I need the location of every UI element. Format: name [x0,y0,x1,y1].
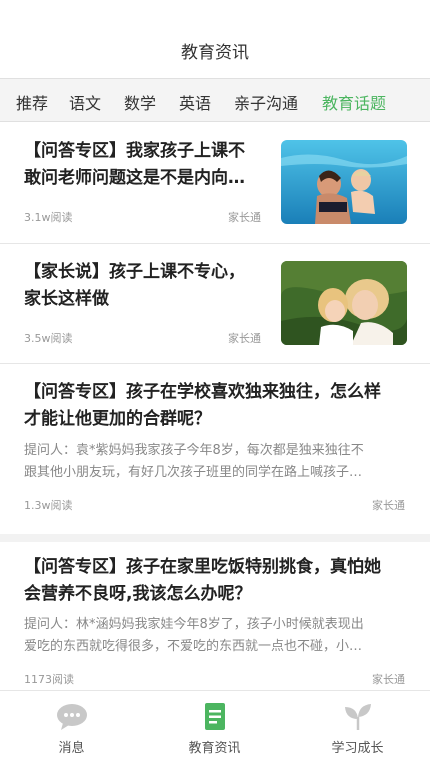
article-title-line: 才能让他更加的合群呢？ [24,409,211,429]
tab-chinese[interactable]: 语文 [69,90,101,114]
chat-bubble-icon [57,704,87,730]
divider [0,243,430,244]
read-count: 1173阅读 [24,673,74,686]
section-gap [0,534,430,542]
source-label: 家长通 [228,332,261,345]
tab-recommend[interactable]: 推荐 [16,90,48,114]
article-title-line: 会营养不良呀,我该怎么办呢？ [24,584,252,604]
article-excerpt-line: 提问人：林*涵妈妈我家娃今年8岁了，孩子小时候就表现出 [24,617,364,632]
article-excerpt-line: 提问人：袁*紫妈妈我家孩子今年8岁，每次都是独来独往不 [24,443,364,458]
page-title: 教育资讯 [181,43,249,63]
article-title-line: 【问答专区】我家孩子上课不 [24,141,245,161]
tab-education-topics[interactable]: 教育话题 [322,90,386,114]
article-title-line: 家长这样做 [24,289,109,309]
tab-parent-child[interactable]: 亲子沟通 [234,90,298,114]
nav-item-learning-growth[interactable]: 学习成长 [286,691,429,765]
divider [0,363,430,364]
top-header: 教育资讯 [0,0,430,78]
swimming-photo-thumbnail [281,140,407,224]
tab-math[interactable]: 数学 [124,90,156,114]
nav-item-messages[interactable]: 消息 [0,691,143,765]
article-title-line: 敢问老师问题这是不是内向… [24,168,245,188]
nav-item-education-news[interactable]: 教育资讯 [143,691,286,765]
nav-label: 学习成长 [331,741,384,756]
nav-label: 教育资讯 [188,741,241,756]
category-tab-bar: 推荐 语文 数学 英语 亲子沟通 教育话题 [0,78,430,122]
article-excerpt-line: 爱吃的东西就吃得很多，不爱吃的东西就一点也不碰，小… [24,639,363,654]
read-count: 1.3w阅读 [24,499,73,512]
article-excerpt-line: 跟其他小朋友玩，有好几次孩子班里的同学在路上喊孩子… [24,465,363,480]
source-label: 家长通 [372,499,405,512]
news-document-icon [205,703,225,730]
article-title-line: 【家长说】孩子上课不专心， [24,262,245,282]
nav-label: 消息 [58,741,85,756]
read-count: 3.5w阅读 [24,332,73,345]
source-label: 家长通 [372,673,405,686]
article-title-line: 【问答专区】孩子在学校喜欢独来独往，怎么样 [24,382,381,402]
bottom-nav-bar: 消息 教育资讯 学习成长 [0,690,430,764]
tab-english[interactable]: 英语 [179,90,211,114]
source-label: 家长通 [228,211,261,224]
mother-child-photo-thumbnail [281,261,407,345]
read-count: 3.1w阅读 [24,211,73,224]
article-title-line: 【问答专区】孩子在家里吃饭特别挑食，真怕她 [24,557,381,577]
sprout-leaf-icon [345,704,371,730]
